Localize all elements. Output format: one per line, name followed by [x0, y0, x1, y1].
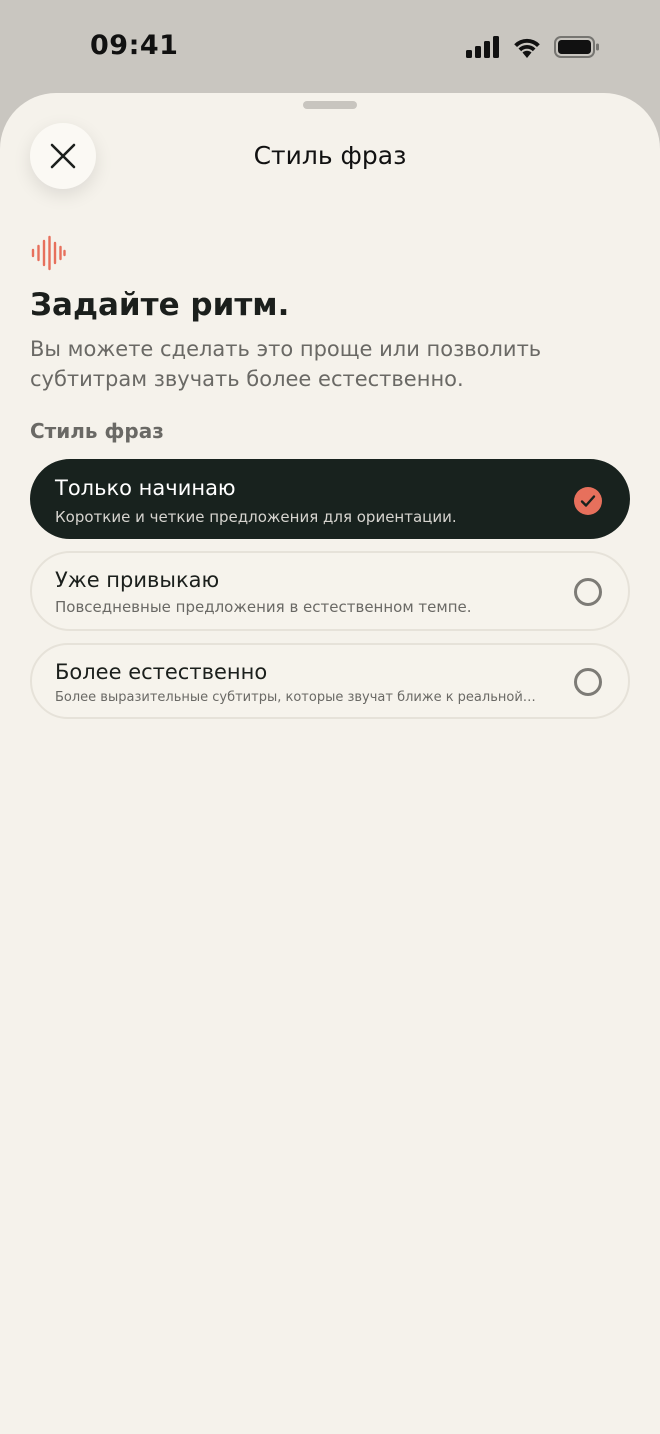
radio-selected[interactable] — [574, 487, 602, 515]
page-heading: Задайте ритм. — [30, 287, 290, 323]
radio-unselected[interactable] — [574, 578, 602, 606]
option-title: Уже привыкаю — [55, 568, 220, 592]
wifi-icon — [514, 38, 540, 58]
status-time: 09:41 — [90, 30, 179, 61]
sound-wave-icon — [31, 235, 66, 271]
option-just-starting[interactable]: Только начинаю Короткие и четкие предлож… — [30, 459, 630, 539]
option-subtitle: Повседневные предложения в естественном … — [55, 598, 472, 616]
sheet-grabber[interactable] — [303, 101, 357, 109]
sheet-title: Стиль фраз — [253, 141, 407, 170]
status-bar: 09:41 — [0, 0, 660, 96]
option-more-natural[interactable]: Более естественно Более выразительные су… — [30, 643, 630, 719]
option-getting-used[interactable]: Уже привыкаю Повседневные предложения в … — [30, 551, 630, 631]
battery-icon — [554, 36, 599, 58]
option-title: Только начинаю — [55, 476, 236, 500]
section-label: Стиль фраз — [30, 419, 164, 443]
option-title: Более естественно — [55, 660, 268, 684]
radio-unselected[interactable] — [574, 668, 602, 696]
option-subtitle: Более выразительные субтитры, которые зв… — [55, 690, 536, 705]
cellular-signal-icon — [466, 36, 499, 58]
option-subtitle: Короткие и четкие предложения для ориент… — [55, 508, 457, 526]
bottom-sheet: Стиль фраз Задайте ритм. Вы можете сдела… — [0, 93, 660, 1434]
status-icons — [466, 36, 600, 58]
page-description: Вы можете сделать это проще или позволит… — [30, 337, 542, 391]
checkmark-icon — [580, 495, 596, 507]
